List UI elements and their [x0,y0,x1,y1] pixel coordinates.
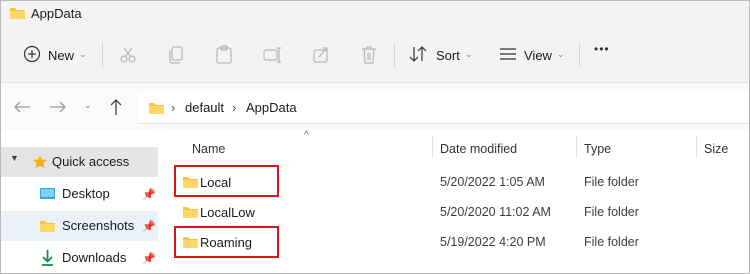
highlight-box [174,165,279,197]
sort-button[interactable]: Sort ⌄ [405,42,481,68]
divider [579,43,580,67]
breadcrumb-item-default[interactable]: default [185,100,224,115]
breadcrumb-separator-icon: › [232,100,237,115]
divider [394,43,395,67]
navigation-pane: ▼ Quick access Desktop 📌 Screenshots 📌 D… [1,130,159,273]
cut-icon[interactable] [119,46,137,64]
sort-button-label: Sort [436,48,460,63]
pin-icon[interactable]: 📌 [142,188,156,201]
nav-item-label: Downloads [62,250,127,265]
share-icon[interactable] [312,46,330,64]
folder-icon [183,207,198,218]
column-divider[interactable] [576,136,577,158]
column-header-size[interactable]: Size [704,142,728,156]
file-type: File folder [584,205,639,219]
file-type: File folder [584,175,639,189]
plus-circle-icon [23,45,41,63]
paste-icon[interactable] [215,45,233,65]
nav-item-screenshots[interactable]: Screenshots 📌 [1,211,158,241]
column-header-name[interactable]: Name [192,142,225,156]
view-icon [500,48,516,60]
nav-item-label: Desktop [62,186,110,201]
more-options-icon[interactable]: ••• [594,42,610,56]
file-date-modified: 5/20/2022 1:05 AM [440,175,545,189]
address-box[interactable]: › default › AppData [139,93,749,124]
chevron-down-icon: ⌄ [465,49,473,59]
folder-icon [149,103,164,114]
rename-icon[interactable] [263,46,283,64]
column-divider[interactable] [696,136,697,158]
new-button-label: New [48,48,75,63]
nav-item-downloads[interactable]: Downloads 📌 [1,243,158,273]
file-type: File folder [584,235,639,249]
file-date-modified: 5/20/2020 11:02 AM [440,205,551,219]
breadcrumb-item-appdata[interactable]: AppData [246,100,297,115]
download-icon [42,250,53,266]
nav-item-quick-access[interactable]: ▼ Quick access [1,147,158,177]
pin-icon[interactable]: 📌 [142,220,156,233]
back-arrow-icon[interactable] [13,100,31,114]
column-header-date-modified[interactable]: Date modified [440,142,517,156]
desktop-icon [40,188,55,199]
file-list: ^ Name Date modified Type Size Local 5/2… [162,130,749,273]
file-date-modified: 5/19/2022 4:20 PM [440,235,546,249]
new-button[interactable]: New ⌄ [15,42,95,68]
up-arrow-icon[interactable] [109,98,123,116]
file-name[interactable]: LocalLow [200,205,255,220]
view-button[interactable]: View ⌄ [495,42,571,68]
folder-icon [40,221,55,232]
pin-icon[interactable]: 📌 [142,252,156,265]
folder-icon [10,8,25,19]
column-header-type[interactable]: Type [584,142,611,156]
command-bar: New ⌄ Sort ⌄ View ⌄ ••• [1,28,749,82]
star-icon [33,155,47,169]
nav-item-label: Screenshots [62,218,135,233]
divider [102,43,103,67]
chevron-down-icon: ⌄ [557,49,565,59]
title-bar: AppData [1,1,749,28]
table-row[interactable]: LocalLow 5/20/2020 11:02 AM File folder [162,197,749,227]
expand-chevron-icon[interactable]: ▼ [10,153,19,163]
window-title: AppData [31,6,82,21]
chevron-down-icon: ⌄ [79,49,87,59]
forward-arrow-icon[interactable] [49,100,67,114]
recent-locations-chevron-icon[interactable]: ⌄ [84,100,92,111]
copy-icon[interactable] [167,45,185,65]
nav-item-label: Quick access [52,154,130,169]
sort-ascending-indicator-icon: ^ [304,130,309,141]
breadcrumb-separator-icon: › [171,100,176,115]
address-bar-row: ⌄ › default › AppData [1,82,749,131]
sort-icon [409,46,427,62]
nav-item-desktop[interactable]: Desktop 📌 [1,179,158,209]
highlight-box [174,226,279,258]
column-divider[interactable] [432,136,433,158]
delete-icon[interactable] [360,45,378,65]
view-button-label: View [524,48,552,63]
